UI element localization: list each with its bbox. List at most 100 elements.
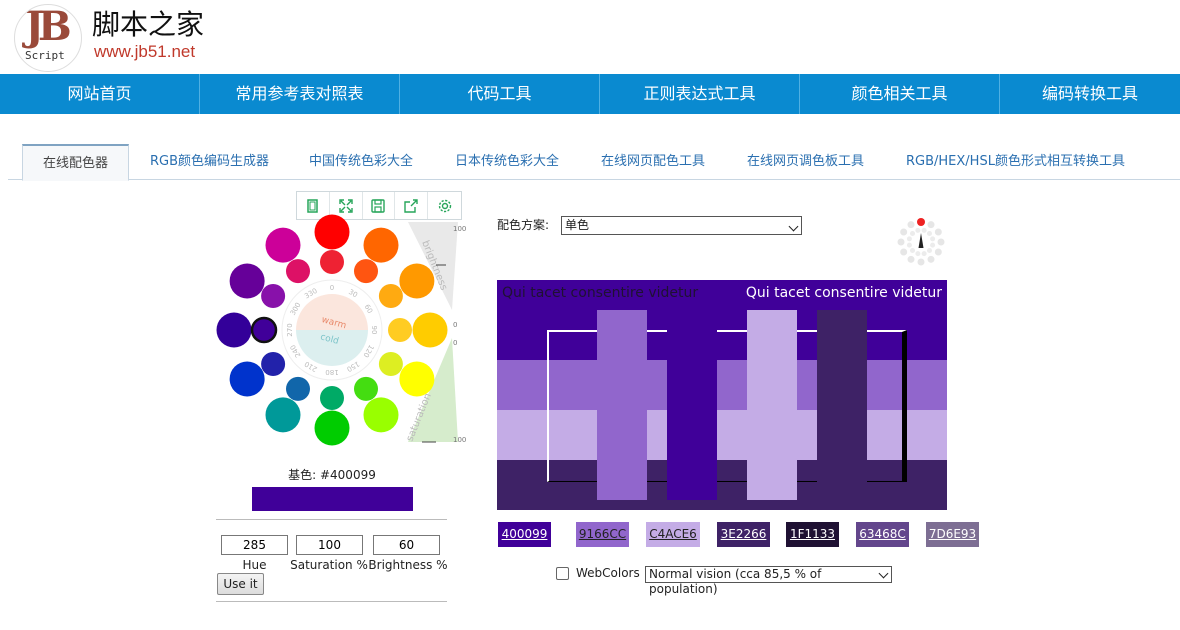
site-url[interactable]: www.jb51.net	[94, 42, 195, 62]
main-navbar: 网站首页 常用参考表对照表 代码工具 正则表达式工具 颜色相关工具 编码转换工具	[0, 74, 1180, 114]
hue-swatch	[286, 376, 310, 401]
hue-swatch	[286, 259, 310, 284]
scheme-select[interactable]: 单色	[561, 216, 802, 235]
gauge-scale-label: 0	[453, 321, 457, 329]
webcolors-checkbox[interactable]	[556, 567, 569, 580]
degree-label: 90	[370, 326, 378, 335]
hue-swatch	[314, 214, 350, 250]
dial-dot	[907, 255, 915, 263]
saturation-label: Saturation %	[290, 558, 368, 572]
hue-swatch	[354, 259, 378, 284]
dial-dot	[906, 236, 912, 242]
tab-rgb-generator[interactable]: RGB颜色编码生成器	[150, 144, 269, 180]
dial-dot	[900, 248, 908, 256]
base-color-swatch	[252, 487, 413, 511]
dial-dot	[921, 251, 927, 257]
site-logo[interactable]: JB Script	[14, 4, 82, 72]
dial-pointer	[918, 233, 924, 248]
hue-swatch	[363, 397, 399, 433]
dial-selected-dot	[917, 218, 925, 226]
selected-hue-swatch	[250, 316, 278, 344]
dial-dot	[915, 227, 921, 233]
dial-dot	[926, 247, 932, 253]
tab-web-color-scheme[interactable]: 在线网页配色工具	[601, 144, 705, 180]
hue-swatch	[265, 397, 301, 433]
swatch-chip[interactable]: 1F1133	[786, 522, 839, 547]
dial-dot	[930, 242, 936, 248]
logo-script-text: Script	[25, 49, 65, 62]
color-wheel[interactable]: brightnesssaturation10000100warmcold0 306…	[200, 210, 470, 460]
hue-input[interactable]	[221, 535, 288, 555]
swatch-chip[interactable]: 400099	[498, 522, 551, 547]
site-name[interactable]: 脚本之家	[92, 8, 204, 42]
swatch-chip[interactable]: 3E2266	[717, 522, 770, 547]
hue-label: Hue	[242, 558, 267, 572]
degree-label: 180	[325, 368, 338, 376]
preview-text-dark: Qui tacet consentire videtur	[502, 285, 699, 301]
degree-label: 270	[286, 323, 294, 336]
dial-dot	[934, 228, 942, 236]
preview-block	[817, 310, 867, 500]
preview-text-light: Qui tacet consentire videtur	[745, 285, 942, 301]
dial-dot	[926, 231, 932, 237]
nav-color-tools[interactable]: 颜色相关工具	[800, 74, 1000, 114]
swatch-chip[interactable]: 9166CC	[576, 522, 629, 547]
vision-select[interactable]: Normal vision (cca 85,5 % of population)	[645, 566, 892, 596]
preview-block	[667, 310, 717, 500]
nav-encoding-tools[interactable]: 编码转换工具	[1000, 74, 1180, 114]
dial-dot	[897, 238, 905, 246]
swatch-chip[interactable]: 7D6E93	[926, 522, 979, 547]
webcolors-label: WebColors	[576, 566, 640, 580]
saturation-input[interactable]	[296, 535, 363, 555]
dial-dot	[915, 251, 921, 257]
swatch-chip[interactable]: C4ACE6	[646, 522, 700, 547]
dial-dot	[910, 247, 916, 253]
chevron-down-icon	[878, 568, 889, 579]
hue-swatch	[399, 263, 435, 299]
hue-swatch	[314, 410, 350, 446]
tool-tabs: 在线配色器 RGB颜色编码生成器 中国传统色彩大全 日本传统色彩大全 在线网页配…	[8, 144, 1180, 181]
dial-dot	[930, 236, 936, 242]
hue-swatch	[378, 284, 403, 308]
gauge-scale-label: 100	[453, 225, 466, 233]
dial-dot	[934, 248, 942, 256]
hue-swatch	[412, 312, 448, 348]
tab-japanese-colors[interactable]: 日本传统色彩大全	[455, 144, 559, 180]
variation-dial[interactable]	[894, 214, 948, 270]
scheme-label: 配色方案:	[497, 218, 550, 232]
degree-label: 0	[330, 284, 334, 292]
dial-dot	[937, 238, 945, 246]
hue-swatch	[388, 318, 412, 342]
gauge-scale-label: 100	[453, 436, 466, 444]
hue-swatch	[229, 263, 265, 299]
tab-web-palette[interactable]: 在线网页调色板工具	[747, 144, 864, 180]
nav-regex-tools[interactable]: 正则表达式工具	[600, 74, 800, 114]
preview-block	[597, 310, 647, 500]
swatch-chip[interactable]: 63468C	[856, 522, 909, 547]
brightness-label: Brightness %	[368, 558, 448, 572]
hue-swatch	[265, 227, 301, 263]
chevron-down-icon	[788, 221, 799, 232]
divider	[216, 519, 447, 520]
dial-dot	[917, 258, 925, 266]
hue-swatch	[354, 376, 378, 401]
dial-dot	[921, 227, 927, 233]
dial-dot	[927, 221, 935, 229]
tab-online-color-picker[interactable]: 在线配色器	[22, 144, 130, 181]
dial-dot	[900, 228, 908, 236]
dial-dot	[910, 231, 916, 237]
gauge-scale-label: 0	[453, 339, 457, 347]
hue-swatch	[229, 361, 265, 397]
tab-chinese-colors[interactable]: 中国传统色彩大全	[309, 144, 413, 180]
hue-swatch	[320, 250, 344, 274]
logo-mark: JB	[25, 4, 72, 50]
nav-home[interactable]: 网站首页	[0, 74, 200, 114]
divider	[216, 601, 447, 602]
nav-code-tools[interactable]: 代码工具	[400, 74, 600, 114]
nav-reference-tables[interactable]: 常用参考表对照表	[200, 74, 400, 114]
brightness-input[interactable]	[373, 535, 440, 555]
use-it-button[interactable]: Use it	[217, 573, 264, 595]
vision-select-value: Normal vision (cca 85,5 % of population)	[649, 567, 822, 596]
page: JB Script 脚本之家 www.jb51.net 网站首页 常用参考表对照…	[0, 0, 1180, 630]
tab-format-converter[interactable]: RGB/HEX/HSL颜色形式相互转换工具	[906, 144, 1125, 180]
